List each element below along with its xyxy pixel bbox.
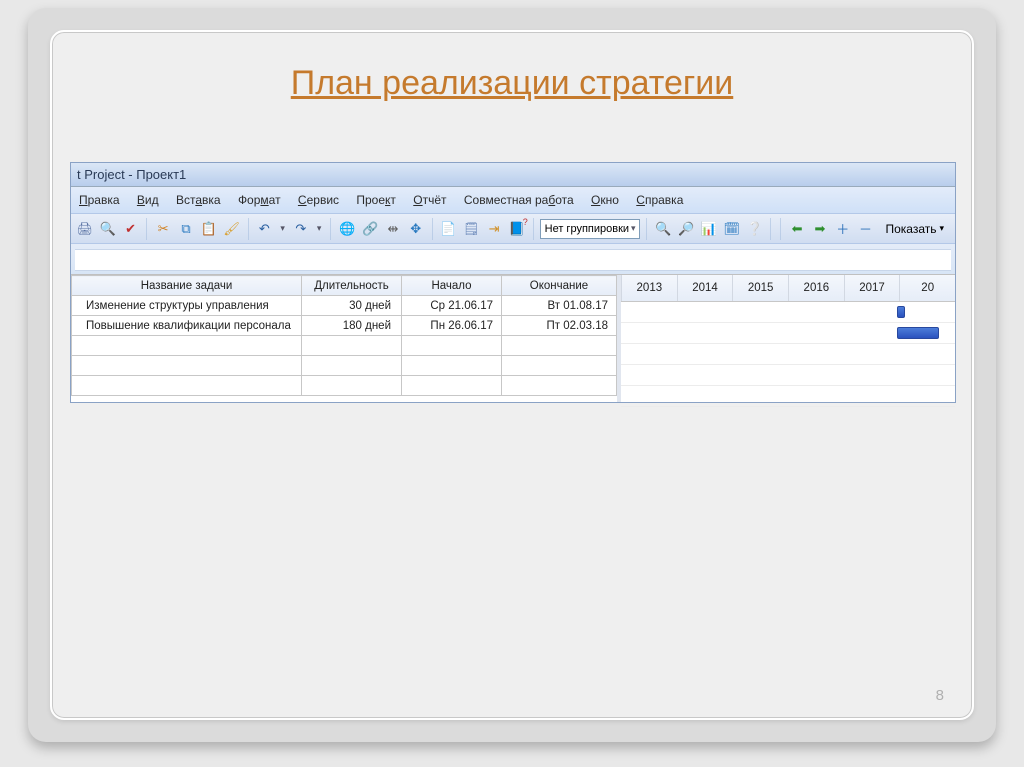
cell-task[interactable]: Изменение структуры управления <box>72 296 302 316</box>
show-button[interactable]: Показать ▾ <box>878 218 951 240</box>
gantt-bar[interactable] <box>897 327 939 339</box>
expand-icon[interactable]: ＋ <box>833 218 853 240</box>
page-number: 8 <box>936 687 944 704</box>
menu-view[interactable]: Вид <box>137 193 159 207</box>
slide-title: План реализации стратегии <box>52 64 972 103</box>
outdent-icon[interactable]: ⬅ <box>787 218 807 240</box>
cell-finish[interactable]: Вт 01.08.17 <box>502 296 617 316</box>
menu-collab[interactable]: Совместная работа <box>464 193 574 207</box>
toolbar-separator <box>432 218 433 240</box>
cell-duration[interactable]: 30 дней <box>302 296 402 316</box>
table-row[interactable]: Изменение структуры управления 30 дней С… <box>72 296 617 316</box>
col-finish[interactable]: Окончание <box>502 276 617 296</box>
content-split: Название задачи Длительность Начало Окон… <box>71 274 955 402</box>
toolbar-separator <box>770 218 771 240</box>
menu-bar: Правка Вид Вставка Формат Сервис Проект … <box>71 187 955 214</box>
table-row[interactable] <box>72 336 617 356</box>
help-icon[interactable]: 📘? <box>507 218 527 240</box>
toolbar-separator <box>646 218 647 240</box>
cut-icon[interactable]: ✂ <box>153 218 173 240</box>
entry-field[interactable] <box>75 249 951 271</box>
hyperlink-icon[interactable]: 🌐 <box>337 218 357 240</box>
col-duration[interactable]: Длительность <box>302 276 402 296</box>
table-row[interactable] <box>72 376 617 396</box>
table-row[interactable] <box>72 356 617 376</box>
toolbar: 🖨 🔍 ✔ ✂ ⧉ 📋 🖌 ↶ ▾ ↷ ▾ 🌐 🔗 ⇹ ✥ 📄 <box>71 214 955 244</box>
indent-icon[interactable]: ➡ <box>810 218 830 240</box>
title-bar: t Project - Проект1 <box>71 163 955 187</box>
zoom-out-icon[interactable]: 🔎 <box>676 218 696 240</box>
show-button-label: Показать <box>885 222 936 236</box>
gantt-view-icon[interactable]: 📊 <box>699 218 719 240</box>
header-row: Название задачи Длительность Начало Окон… <box>72 276 617 296</box>
toolbar-separator <box>330 218 331 240</box>
print-icon[interactable]: 🖨 <box>75 218 95 240</box>
question-icon[interactable]: ❔ <box>745 218 765 240</box>
window-title: t Project - Проект1 <box>77 167 186 182</box>
year-col: 2015 <box>732 275 788 301</box>
undo-icon[interactable]: ↶ <box>254 218 274 240</box>
toolbar-separator <box>146 218 147 240</box>
menu-report[interactable]: Отчёт <box>413 193 446 207</box>
cell-duration[interactable]: 180 дней <box>302 316 402 336</box>
year-col: 2013 <box>621 275 677 301</box>
table-row[interactable]: Повышение квалификации персонала 180 дне… <box>72 316 617 336</box>
year-col: 2017 <box>844 275 900 301</box>
task-notes-icon[interactable]: 🗒 <box>461 218 481 240</box>
paste-icon[interactable]: 📋 <box>199 218 219 240</box>
redo-icon[interactable]: ↷ <box>291 218 311 240</box>
cell-start[interactable]: Ср 21.06.17 <box>402 296 502 316</box>
spellcheck-icon[interactable]: ✔ <box>121 218 141 240</box>
link-tasks-icon[interactable]: 🔗 <box>360 218 380 240</box>
gantt-row <box>621 323 955 344</box>
year-col: 2014 <box>677 275 733 301</box>
unlink-tasks-icon[interactable]: ⇹ <box>383 218 403 240</box>
slide-frame-inner: План реализации стратегии t Project - Пр… <box>50 30 974 720</box>
redo-dropdown-icon[interactable]: ▾ <box>314 223 325 234</box>
goto-task-icon[interactable]: ⇥ <box>484 218 504 240</box>
gantt-body <box>621 302 955 402</box>
group-by-combo[interactable]: Нет группировки ▾ <box>540 219 641 239</box>
gantt-chart: 2013 2014 2015 2016 2017 20 <box>621 275 955 402</box>
split-task-icon[interactable]: ✥ <box>406 218 426 240</box>
menu-help[interactable]: Справка <box>636 193 683 207</box>
menu-project[interactable]: Проект <box>356 193 396 207</box>
col-task[interactable]: Название задачи <box>72 276 302 296</box>
year-col: 20 <box>899 275 955 301</box>
menu-tools[interactable]: Сервис <box>298 193 339 207</box>
menu-window[interactable]: Окно <box>591 193 619 207</box>
calendar-icon[interactable]: 🗓 <box>722 218 742 240</box>
group-by-value: Нет группировки <box>545 223 629 235</box>
gantt-row <box>621 344 955 365</box>
chevron-down-icon: ▾ <box>939 223 944 234</box>
menu-insert[interactable]: Вставка <box>176 193 221 207</box>
chevron-down-icon: ▾ <box>631 223 636 234</box>
undo-dropdown-icon[interactable]: ▾ <box>277 223 288 234</box>
format-painter-icon[interactable]: 🖌 <box>222 218 242 240</box>
col-start[interactable]: Начало <box>402 276 502 296</box>
task-grid: Название задачи Длительность Начало Окон… <box>71 275 621 402</box>
gantt-timescale: 2013 2014 2015 2016 2017 20 <box>621 275 955 302</box>
ms-project-window: t Project - Проект1 Правка Вид Вставка Ф… <box>70 162 956 403</box>
print-preview-icon[interactable]: 🔍 <box>98 218 118 240</box>
cell-task[interactable]: Повышение квалификации персонала <box>72 316 302 336</box>
toolbar-separator <box>780 218 781 240</box>
entry-bar <box>71 244 955 274</box>
gantt-bar[interactable] <box>897 306 905 318</box>
collapse-icon[interactable]: － <box>856 218 876 240</box>
cell-start[interactable]: Пн 26.06.17 <box>402 316 502 336</box>
menu-format[interactable]: Формат <box>238 193 281 207</box>
gantt-row <box>621 386 955 407</box>
gantt-row <box>621 365 955 386</box>
year-col: 2016 <box>788 275 844 301</box>
zoom-in-icon[interactable]: 🔍 <box>653 218 673 240</box>
slide-frame-outer: План реализации стратегии t Project - Пр… <box>28 8 996 742</box>
gantt-row <box>621 302 955 323</box>
toolbar-separator <box>248 218 249 240</box>
copy-icon[interactable]: ⧉ <box>176 218 196 240</box>
toolbar-separator <box>533 218 534 240</box>
cell-finish[interactable]: Пт 02.03.18 <box>502 316 617 336</box>
menu-edit[interactable]: Правка <box>79 193 120 207</box>
task-info-icon[interactable]: 📄 <box>439 218 459 240</box>
